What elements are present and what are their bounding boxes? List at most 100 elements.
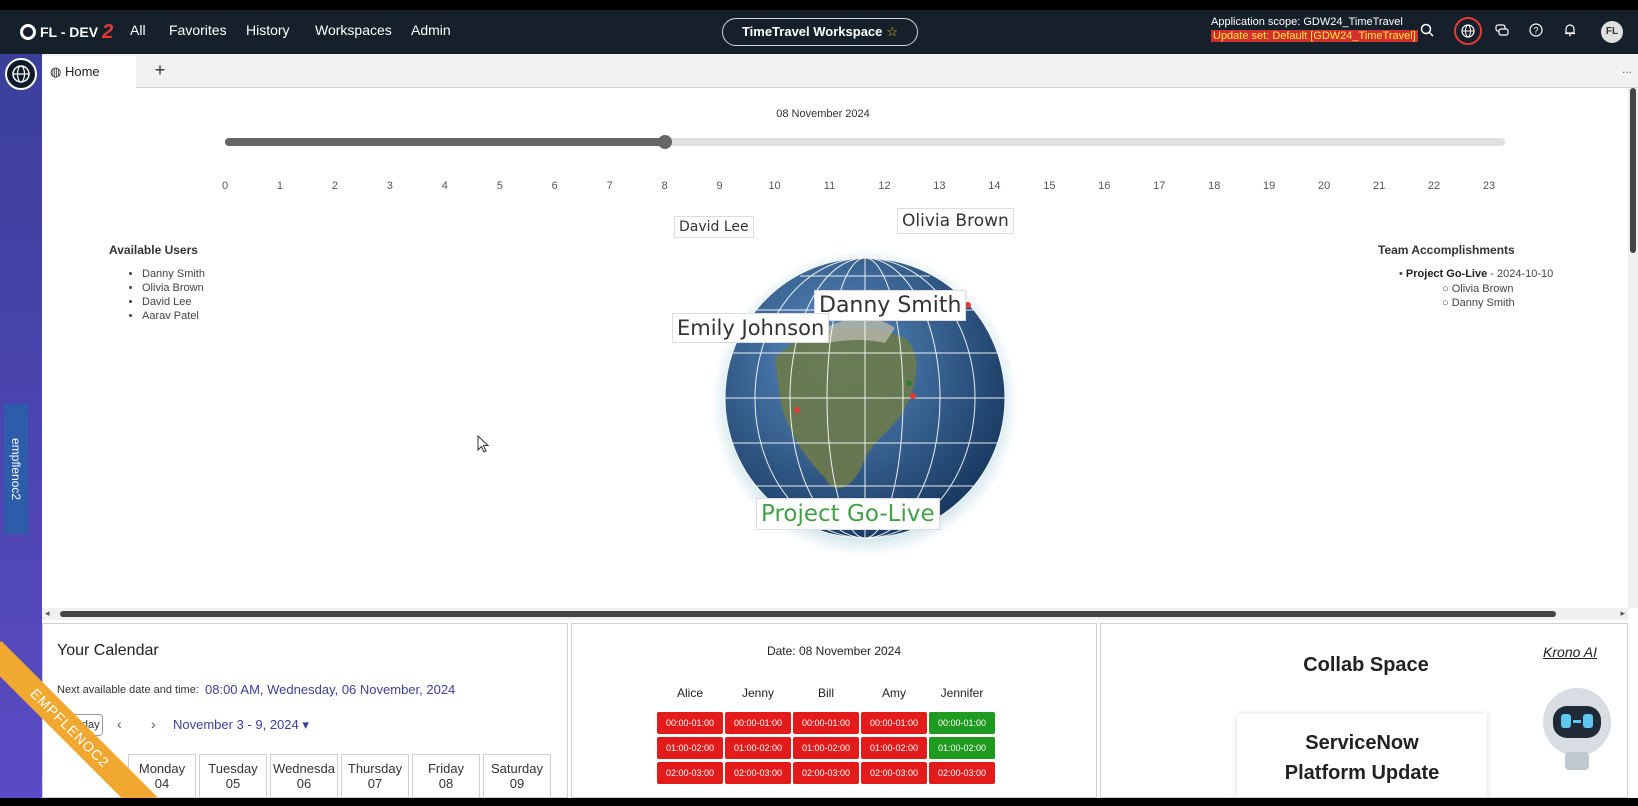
hour-tick: 11 xyxy=(823,180,836,192)
hour-tick: 10 xyxy=(768,180,781,192)
horizontal-scrollbar-thumb[interactable] xyxy=(60,611,1556,617)
collab-panel: Collab Space Krono AI ServiceNow Platfor… xyxy=(1100,623,1628,798)
timeline-date: 08 November 2024 xyxy=(776,108,870,120)
calendar-day[interactable]: Thursday 07 xyxy=(341,754,409,797)
rail-globe-icon[interactable] xyxy=(5,58,37,90)
calendar-day[interactable]: Friday 08 xyxy=(412,754,480,797)
logo[interactable]: FL - DEV 2 xyxy=(20,20,113,44)
hour-tick: 3 xyxy=(386,180,393,192)
vertical-scrollbar-thumb[interactable] xyxy=(1630,88,1636,253)
nav-all[interactable]: All xyxy=(130,22,146,38)
workspace-pill[interactable]: TimeTravel Workspace ☆ xyxy=(722,18,918,46)
collab-card[interactable]: ServiceNow Platform Update xyxy=(1237,714,1487,797)
hour-tick: 9 xyxy=(716,180,723,192)
scroll-left-icon[interactable]: ◂ xyxy=(45,608,50,619)
available-users-title: Available Users xyxy=(109,243,198,257)
schedule-slot[interactable]: 00:00-01:00 xyxy=(725,712,791,734)
accomplishment-member: ○ Olivia Brown xyxy=(1442,283,1514,295)
search-icon[interactable] xyxy=(1417,22,1437,42)
vertical-scrollbar[interactable] xyxy=(1628,88,1638,608)
top-navigation: FL - DEV 2 All Favorites History Workspa… xyxy=(0,10,1638,54)
globe-icon[interactable] xyxy=(1454,17,1482,45)
chat-icon[interactable] xyxy=(1492,22,1512,42)
accomplishment-member-name: Danny Smith xyxy=(1451,297,1515,309)
bell-icon[interactable] xyxy=(1560,22,1580,42)
schedule-slot[interactable]: 00:00-01:00 xyxy=(657,712,723,734)
prev-week-icon[interactable]: ‹ xyxy=(117,716,122,732)
hour-slider-thumb[interactable] xyxy=(657,135,672,149)
schedule-slot[interactable]: 01:00-02:00 xyxy=(657,737,723,759)
schedule-slot[interactable]: 00:00-01:00 xyxy=(929,712,995,734)
hour-tick: 4 xyxy=(441,180,448,192)
calendar-day[interactable]: Saturday 09 xyxy=(483,754,551,797)
schedule-slot[interactable]: 01:00-02:00 xyxy=(793,737,859,759)
hour-slider[interactable] xyxy=(225,135,1505,149)
schedule-slot[interactable]: 02:00-03:00 xyxy=(929,762,995,784)
schedule-slot[interactable]: 02:00-03:00 xyxy=(725,762,791,784)
hour-slider-fill xyxy=(225,138,665,146)
schedule-slot[interactable]: 01:00-02:00 xyxy=(861,737,927,759)
avatar[interactable]: FL xyxy=(1601,21,1623,43)
scroll-right-icon[interactable]: ▸ xyxy=(1620,608,1625,619)
update-set[interactable]: Update set: Default [GDW24_TimeTravel] xyxy=(1211,30,1418,42)
schedule-person: Bill xyxy=(817,686,834,700)
tab-more-menu[interactable]: ... xyxy=(1622,62,1632,76)
tab-home[interactable]: ◍ Home xyxy=(42,56,136,88)
schedule-person: Jenny xyxy=(741,686,775,700)
hour-tick: 16 xyxy=(1098,180,1111,192)
rail-instance-tag[interactable]: empflenoc2 xyxy=(4,404,28,534)
top-band xyxy=(0,0,1638,10)
help-icon[interactable]: ? xyxy=(1526,22,1546,42)
calendar-day[interactable]: Tuesday 05 xyxy=(199,754,267,797)
day-name: Saturday xyxy=(490,761,544,776)
schedule-slot[interactable]: 02:00-03:00 xyxy=(861,762,927,784)
hour-tick: 8 xyxy=(661,180,668,192)
available-user: Danny Smith xyxy=(142,268,205,282)
schedule-slot[interactable]: 02:00-03:00 xyxy=(657,762,723,784)
hour-tick: 7 xyxy=(606,180,613,192)
accomplishment-date: - 2024-10-10 xyxy=(1487,268,1554,280)
nav-admin[interactable]: Admin xyxy=(411,22,451,38)
day-name: Tuesday xyxy=(208,761,258,776)
accomplishment-item: • Project Go-Live - 2024-10-10 xyxy=(1399,268,1554,280)
schedule-slot[interactable]: 00:00-01:00 xyxy=(861,712,927,734)
horizontal-scrollbar[interactable]: ◂ ▸ xyxy=(42,608,1628,620)
add-tab-button[interactable]: + xyxy=(148,58,172,82)
globe-label-olivia: Olivia Brown xyxy=(897,208,1014,234)
application-scope[interactable]: Application scope: GDW24_TimeTravel xyxy=(1211,16,1403,28)
schedule-slot[interactable]: 01:00-02:00 xyxy=(725,737,791,759)
hour-tick: 6 xyxy=(551,180,558,192)
hour-tick: 17 xyxy=(1153,180,1166,192)
collab-card-line2: Platform Update xyxy=(1284,762,1440,784)
schedule-slot[interactable]: 01:00-02:00 xyxy=(929,737,995,759)
day-name: Thursday xyxy=(347,761,403,776)
globe-label-danny: Danny Smith xyxy=(814,290,967,321)
next-week-icon[interactable]: › xyxy=(151,716,156,732)
nav-history[interactable]: History xyxy=(246,22,290,38)
svg-text:?: ? xyxy=(1533,26,1538,36)
schedule-date: Date: 08 November 2024 xyxy=(766,644,902,658)
day-name: Wednesda xyxy=(273,761,335,776)
main-content: 08 November 2024 0 1 2 3 4 5 6 7 8 9 10 11 12 13 14 15 1… xyxy=(42,88,1628,608)
schedule-slot[interactable]: 02:00-03:00 xyxy=(793,762,859,784)
day-name: Monday xyxy=(138,761,186,776)
tab-home-label: Home xyxy=(64,64,100,79)
accomplishment-member-name: Olivia Brown xyxy=(1451,283,1514,295)
logo-number: 2 xyxy=(102,20,114,43)
day-name: Friday xyxy=(427,761,465,776)
nav-favorites[interactable]: Favorites xyxy=(169,22,227,38)
collab-card-line1: ServiceNow xyxy=(1305,732,1419,754)
accomplishment-member: ○ Danny Smith xyxy=(1442,297,1515,309)
nav-workspaces[interactable]: Workspaces xyxy=(315,22,392,38)
calendar-day[interactable]: Wednesda 06 xyxy=(270,754,338,797)
krono-ai-link[interactable]: Krono AI xyxy=(1543,644,1597,660)
star-icon[interactable]: ☆ xyxy=(886,24,898,39)
schedule-person: Amy xyxy=(882,686,906,700)
tab-globe-icon: ◍ xyxy=(50,64,62,79)
hour-tick: 2 xyxy=(331,180,338,192)
hour-tick: 18 xyxy=(1208,180,1221,192)
schedule-slot[interactable]: 00:00-01:00 xyxy=(793,712,859,734)
week-range-dropdown[interactable]: November 3 - 9, 2024 ▾ xyxy=(173,717,309,733)
robot-assistant-icon[interactable] xyxy=(1537,684,1617,774)
schedule-person: Jennifer xyxy=(940,686,984,700)
